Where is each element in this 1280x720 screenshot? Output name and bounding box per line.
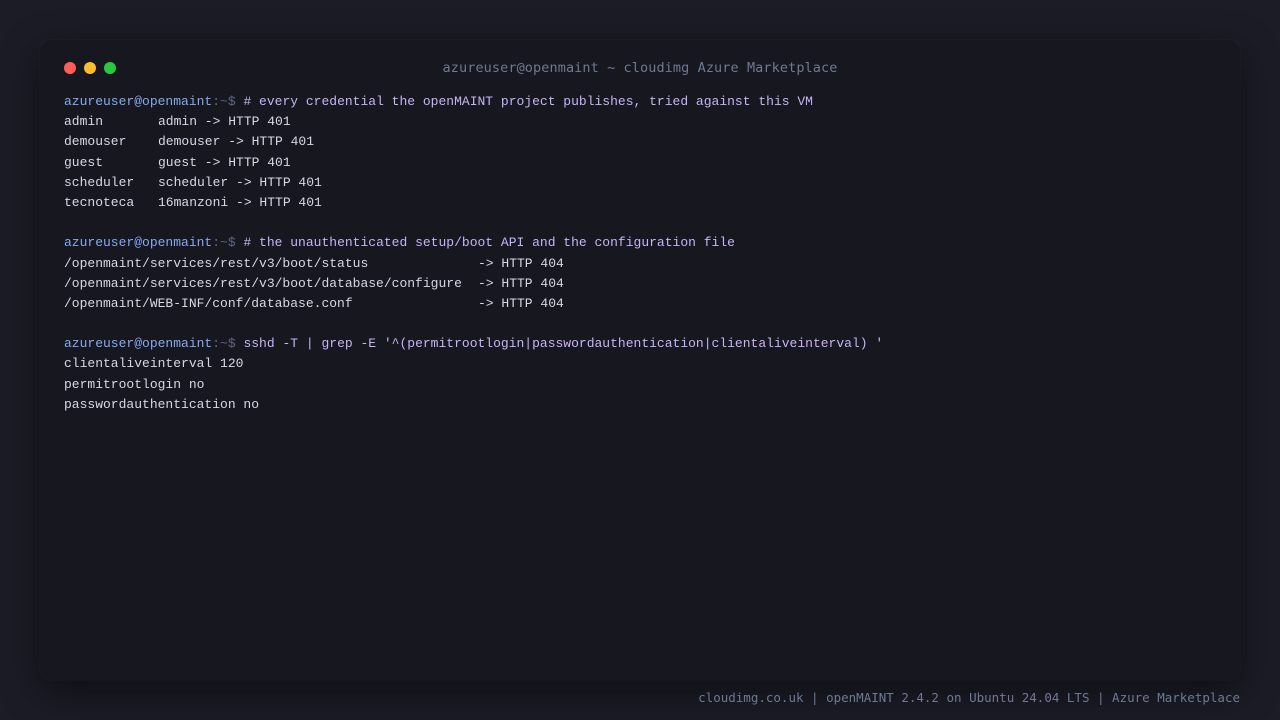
prompt-user-host: azureuser@openmaint: [64, 235, 213, 251]
footer-text: cloudimg.co.uk | openMAINT 2.4.2 on Ubun…: [698, 690, 1240, 705]
prompt-line: azureuser@openmaint:~$ # the unauthentic…: [64, 233, 1214, 253]
window-title: azureuser@openmaint ~ cloudimg Azure Mar…: [442, 60, 838, 76]
prompt-user-host: azureuser@openmaint: [64, 336, 213, 352]
endpoint-path: /openmaint/WEB-INF/conf/database.conf: [64, 295, 353, 311]
prompt-line: azureuser@openmaint:~$ # every credentia…: [64, 92, 1214, 112]
output-line: /openmaint/services/rest/v3/boot/status -…: [64, 254, 1214, 274]
prompt-path: :~$: [212, 235, 236, 251]
terminal-window: azureuser@openmaint ~ cloudimg Azure Mar…: [40, 40, 1240, 680]
command-text: # the unauthenticated setup/boot API and…: [243, 235, 735, 251]
credential-result: guest -> HTTP 401: [158, 154, 291, 170]
prompt-path: :~$: [212, 94, 236, 109]
output-line: permitrootlogin no: [64, 376, 205, 392]
output-line: guest guest -> HTTP 401: [64, 153, 1214, 173]
terminal-output[interactable]: azureuser@openmaint:~$ # every credentia…: [64, 92, 1214, 415]
endpoint-result: -> HTTP 404: [478, 255, 564, 271]
credential-user: admin: [64, 114, 104, 130]
credential-result: scheduler -> HTTP 401: [158, 174, 322, 190]
credential-user: guest: [64, 154, 104, 170]
output-line: scheduler scheduler -> HTTP 401: [64, 173, 1214, 193]
command-text: # every credential the openMAINT project…: [243, 94, 813, 109]
title-bar: azureuser@openmaint ~ cloudimg Azure Mar…: [40, 40, 1240, 96]
prompt-user-host: azureuser@openmaint: [64, 94, 213, 109]
credential-result: demouser -> HTTP 401: [158, 134, 315, 150]
output-line: tecnoteca 16manzoni -> HTTP 401: [64, 193, 1214, 213]
endpoint-result: -> HTTP 404: [478, 275, 564, 291]
output-line: clientaliveinterval 120: [64, 356, 244, 372]
output-line: /openmaint/WEB-INF/conf/database.conf -> …: [64, 294, 1214, 314]
prompt-line: azureuser@openmaint:~$ sshd -T | grep -E…: [64, 334, 1214, 354]
credential-user: scheduler: [64, 174, 135, 190]
output-line: passwordauthentication no: [64, 396, 260, 412]
endpoint-path: /openmaint/services/rest/v3/boot/status: [64, 255, 369, 271]
prompt-path: :~$: [212, 336, 236, 352]
credential-user: demouser: [64, 134, 127, 150]
output-line: /openmaint/services/rest/v3/boot/databas…: [64, 274, 1214, 294]
output-line: admin admin -> HTTP 401: [64, 112, 1214, 132]
command-text: sshd -T | grep -E '^(permitrootlogin|pas…: [243, 336, 884, 352]
endpoint-path: /openmaint/services/rest/v3/boot/databas…: [64, 275, 462, 291]
credential-user: tecnoteca: [64, 194, 135, 210]
output-line: demouser demouser -> HTTP 401: [64, 132, 1214, 152]
endpoint-result: -> HTTP 404: [478, 295, 564, 311]
credential-result: 16manzoni -> HTTP 401: [158, 194, 322, 210]
credential-result: admin -> HTTP 401: [158, 114, 291, 130]
